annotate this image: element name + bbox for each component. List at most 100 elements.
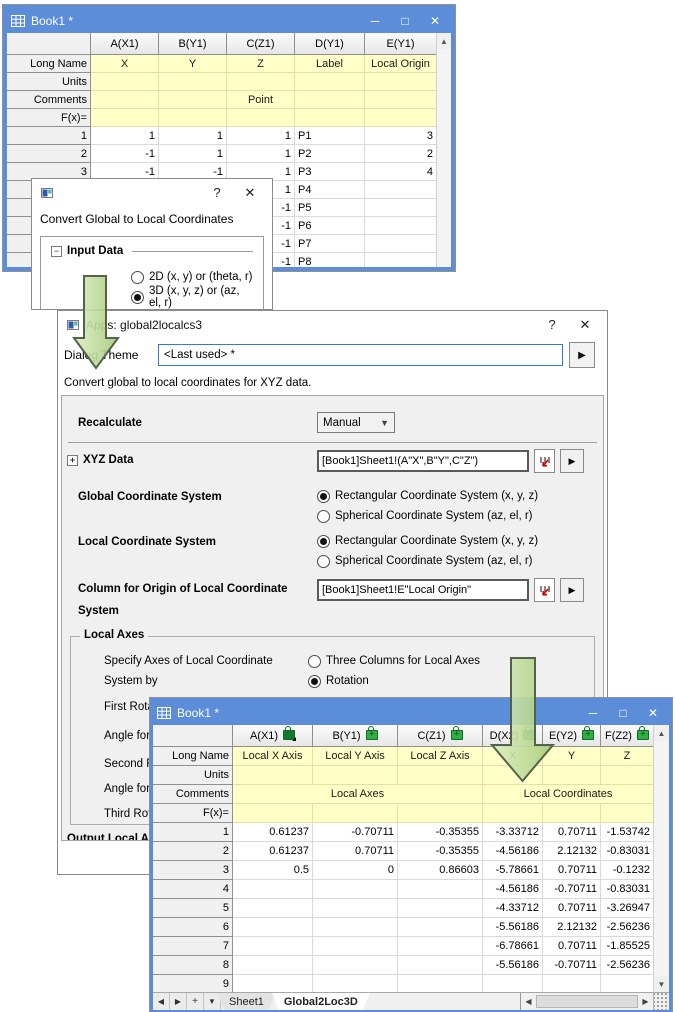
cell[interactable] (313, 899, 398, 918)
lock-icon[interactable] (451, 730, 463, 740)
cell[interactable] (233, 937, 313, 956)
cell[interactable] (159, 73, 227, 91)
cell[interactable] (313, 880, 398, 899)
cell[interactable] (233, 918, 313, 937)
cell[interactable]: Z (601, 747, 653, 766)
cell[interactable]: -2.56236 (601, 956, 653, 975)
sheet-tab-global2loc3d[interactable]: Global2Loc3D (272, 993, 370, 1010)
corner-cell[interactable] (7, 33, 91, 55)
cell[interactable]: -5.78661 (483, 861, 543, 880)
cell[interactable]: 1 (91, 127, 159, 145)
cell[interactable]: -4.56186 (483, 880, 543, 899)
cell[interactable]: -2.56236 (601, 918, 653, 937)
cell[interactable]: -5.56186 (483, 956, 543, 975)
column-header[interactable]: C(Z1) (398, 725, 483, 747)
cell[interactable]: P3 (295, 163, 365, 181)
column-picker-button[interactable] (534, 578, 555, 602)
cell[interactable]: P5 (295, 199, 365, 217)
cell[interactable]: -1 (91, 145, 159, 163)
cell[interactable]: Y (159, 55, 227, 73)
cell[interactable] (398, 766, 483, 785)
row-header[interactable]: 2 (7, 145, 91, 163)
cell[interactable] (233, 880, 313, 899)
cell[interactable] (313, 804, 398, 823)
minimize-button[interactable]: ─ (363, 9, 387, 33)
cell[interactable]: P1 (295, 127, 365, 145)
cell[interactable] (398, 918, 483, 937)
cell[interactable] (483, 975, 543, 992)
cell[interactable]: 0.5 (233, 861, 313, 880)
scroll-up-icon[interactable]: ▲ (654, 725, 669, 741)
column-header[interactable]: A(X1) (91, 33, 159, 55)
row-header[interactable]: Long Name (7, 55, 91, 73)
scroll-track[interactable] (437, 49, 451, 267)
cell[interactable]: Point (227, 91, 295, 109)
column-header[interactable]: A(X1) (233, 725, 313, 747)
row-header[interactable]: 2 (153, 842, 233, 861)
cell[interactable] (295, 73, 365, 91)
cell[interactable] (398, 937, 483, 956)
row-header[interactable]: Comments (153, 785, 233, 804)
maximize-button[interactable]: □ (611, 701, 635, 725)
column-header[interactable]: C(Z1) (227, 33, 295, 55)
cell[interactable]: P2 (295, 145, 365, 163)
corner-cell[interactable] (153, 725, 233, 747)
cell[interactable] (313, 918, 398, 937)
lock-icon[interactable] (366, 730, 378, 740)
row-header[interactable]: Units (7, 73, 91, 91)
cell[interactable]: 1 (159, 145, 227, 163)
cell[interactable]: -5.56186 (483, 918, 543, 937)
cell[interactable] (313, 956, 398, 975)
recalculate-select[interactable]: Manual ▼ (317, 412, 395, 433)
cell[interactable]: 0.61237 (233, 842, 313, 861)
cell[interactable] (233, 804, 313, 823)
xyz-data-input[interactable]: [Book1]Sheet1!(A"X",B"Y",C"Z") (317, 450, 529, 472)
local-cs-option[interactable]: Spherical Coordinate System (az, el, r) (317, 551, 603, 571)
expand-icon[interactable]: + (67, 455, 78, 466)
cell[interactable]: 1 (227, 127, 295, 145)
scroll-thumb[interactable] (536, 995, 638, 1008)
close-icon[interactable]: ✕ (237, 185, 263, 201)
scroll-down-icon[interactable]: ▼ (654, 976, 669, 992)
cell[interactable] (233, 899, 313, 918)
title-bar[interactable]: Book1 * ─ □ ✕ (153, 701, 669, 725)
minimize-button[interactable]: ─ (581, 701, 605, 725)
cell[interactable]: Local Z Axis (398, 747, 483, 766)
scroll-up-icon[interactable]: ▲ (437, 33, 451, 49)
cell[interactable] (91, 109, 159, 127)
cell[interactable] (159, 109, 227, 127)
radio-icon[interactable] (317, 555, 330, 568)
cell[interactable]: -1.53742 (601, 823, 653, 842)
cell[interactable]: -3.33712 (483, 823, 543, 842)
radio-icon[interactable] (308, 675, 321, 688)
cell[interactable]: Local Axes (233, 785, 483, 804)
cell[interactable] (365, 253, 436, 267)
cell[interactable]: -0.35355 (398, 842, 483, 861)
cell[interactable] (543, 804, 601, 823)
cell[interactable]: 1 (159, 127, 227, 145)
radio-icon[interactable] (317, 510, 330, 523)
cell[interactable]: -4.33712 (483, 899, 543, 918)
help-button[interactable]: ? (204, 185, 230, 200)
cell[interactable]: -0.83031 (601, 880, 653, 899)
tab-scroll-left-icon[interactable]: ◀ (153, 993, 170, 1010)
radio-icon[interactable] (131, 271, 144, 284)
add-sheet-button[interactable]: + (187, 993, 204, 1010)
cell[interactable]: -0.35355 (398, 823, 483, 842)
row-header[interactable]: 5 (153, 899, 233, 918)
scroll-right-icon[interactable]: ▶ (638, 993, 653, 1010)
cell[interactable]: 0.70711 (543, 937, 601, 956)
dimension-option[interactable]: 3D (x, y, z) or (az, el, r) (131, 287, 253, 307)
horizontal-scrollbar[interactable]: ◀ ▶ (520, 993, 669, 1010)
cell[interactable]: P4 (295, 181, 365, 199)
lock-icon[interactable] (582, 730, 594, 740)
cell[interactable]: 0.61237 (233, 823, 313, 842)
cell[interactable] (227, 73, 295, 91)
column-header[interactable]: B(Y1) (313, 725, 398, 747)
close-button[interactable]: ✕ (641, 701, 665, 725)
cell[interactable]: -0.83031 (601, 842, 653, 861)
column-header[interactable]: B(Y1) (159, 33, 227, 55)
radio-icon[interactable] (317, 535, 330, 548)
cell[interactable] (365, 109, 436, 127)
vertical-scrollbar[interactable]: ▲ ▼ (653, 725, 669, 992)
